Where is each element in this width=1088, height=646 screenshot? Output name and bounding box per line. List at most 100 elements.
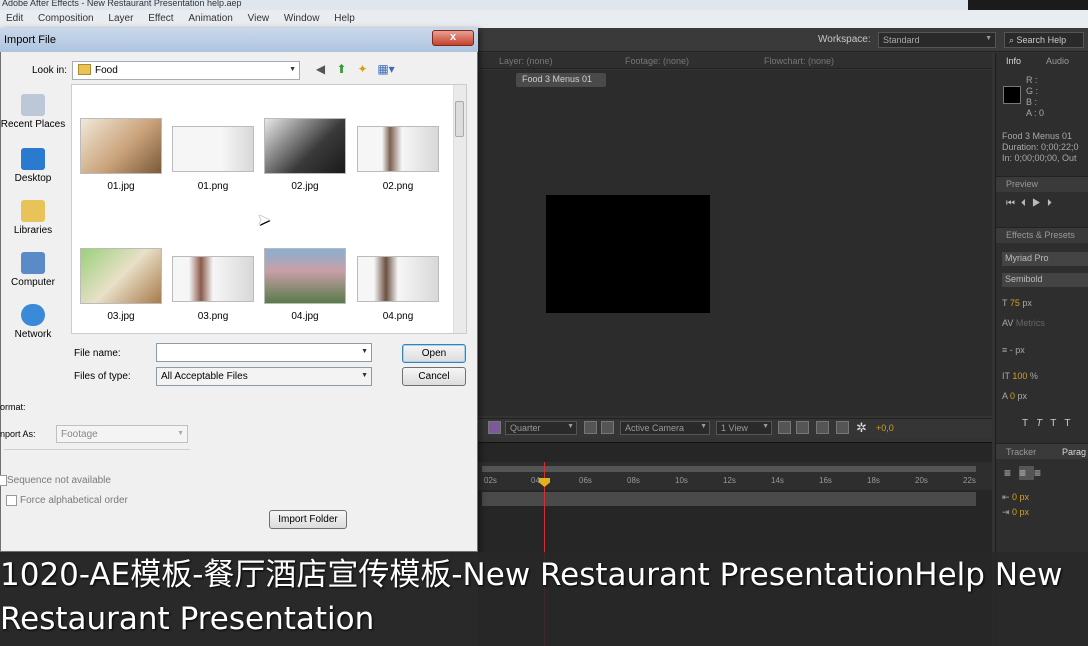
cancel-button[interactable]: Cancel (402, 367, 466, 386)
flowchart-icon[interactable] (836, 421, 849, 434)
layer-duration-bar[interactable] (482, 492, 976, 506)
menu-composition[interactable]: Composition (32, 10, 100, 24)
file-name[interactable]: 03.png (172, 311, 254, 322)
place-network[interactable]: Network (0, 304, 66, 340)
menu-help[interactable]: Help (328, 10, 361, 24)
next-frame-icon[interactable]: ⏵ (1047, 198, 1058, 209)
file-thumbnail[interactable] (357, 126, 439, 172)
indent-left-value[interactable]: 0 px (1012, 492, 1029, 502)
work-area-bar[interactable] (482, 466, 976, 472)
font-style-field[interactable]: Semibold (1002, 273, 1088, 287)
transparency-grid-icon[interactable] (601, 421, 614, 434)
kerning-value[interactable]: Metrics (1016, 318, 1045, 328)
tick-label: 06s (579, 476, 592, 485)
indent-first-row[interactable]: ⇥ 0 px (1002, 507, 1029, 518)
tab-info[interactable]: Info (1006, 56, 1021, 66)
resolution-select[interactable]: Quarter (505, 421, 577, 435)
3d-view-icon[interactable] (816, 421, 829, 434)
italic-icon[interactable]: T (1036, 418, 1050, 429)
indent-first-value[interactable]: 0 px (1012, 507, 1029, 517)
place-computer[interactable]: Computer (0, 252, 66, 288)
file-name[interactable]: 02.png (357, 181, 439, 192)
font-size-row[interactable]: T 75 px (1002, 298, 1032, 309)
tab-footage[interactable]: Footage: (none) (625, 56, 689, 66)
align-left-icon[interactable]: ≡ (1004, 466, 1019, 480)
workspace-select[interactable]: Standard (878, 32, 996, 48)
view-menu-icon[interactable]: ▦▾ (375, 62, 397, 77)
color-wheel-icon[interactable] (488, 421, 501, 434)
file-thumbnail[interactable] (172, 126, 254, 172)
sequence-checkbox[interactable] (0, 475, 7, 486)
camera-select[interactable]: Active Camera (620, 421, 710, 435)
exposure-value[interactable]: +0,0 (876, 423, 894, 433)
tab-layer[interactable]: Layer: (none) (499, 56, 553, 66)
first-frame-icon[interactable]: ⏮ (1006, 198, 1021, 209)
scroll-thumb[interactable] (455, 101, 464, 137)
menu-window[interactable]: Window (278, 10, 326, 24)
leading-value[interactable]: - (1010, 345, 1013, 355)
kerning-row[interactable]: AV Metrics (1002, 318, 1045, 329)
file-name-input[interactable] (156, 343, 372, 362)
vertical-scale-row[interactable]: IT 100 % (1002, 371, 1038, 382)
tab-preview[interactable]: Preview (1006, 179, 1038, 189)
leading-unit: px (1015, 345, 1025, 355)
leading-row[interactable]: ≡ - px (1002, 345, 1025, 356)
file-name[interactable]: 04.png (357, 311, 439, 322)
align-right-icon[interactable]: ≡ (1034, 466, 1049, 480)
menu-edit[interactable]: Edit (0, 10, 29, 24)
align-center-icon[interactable]: ≡ (1019, 466, 1035, 480)
grid-icon[interactable] (778, 421, 791, 434)
file-thumbnail[interactable] (172, 256, 254, 302)
font-family-field[interactable]: Myriad Pro (1002, 252, 1088, 266)
menu-animation[interactable]: Animation (182, 10, 238, 24)
place-recent[interactable]: Recent Places (0, 94, 66, 130)
file-thumbnail[interactable] (80, 248, 162, 304)
all-caps-icon[interactable]: TT (1050, 418, 1078, 429)
tab-flowchart[interactable]: Flowchart: (none) (764, 56, 834, 66)
import-as-select[interactable]: Footage (56, 425, 188, 443)
tab-effects-presets[interactable]: Effects & Presets (1006, 230, 1075, 240)
files-of-type-select[interactable]: All Acceptable Files (156, 367, 372, 386)
search-help-input[interactable]: ⌕ Search Help (1004, 32, 1084, 48)
back-icon[interactable]: ◀ (313, 62, 328, 77)
dialog-close-button[interactable]: x (432, 30, 474, 46)
tab-tracker[interactable]: Tracker (1006, 447, 1036, 457)
composition-tab[interactable]: Food 3 Menus 01 (516, 73, 606, 87)
file-name[interactable]: 01.jpg (80, 181, 162, 192)
file-name[interactable]: 04.jpg (264, 311, 346, 322)
place-desktop[interactable]: Desktop (0, 148, 66, 184)
vertical-scale-value[interactable]: 100 (1012, 371, 1027, 381)
font-size-value[interactable]: 75 (1010, 298, 1020, 308)
prev-frame-icon[interactable]: ⏴ (1021, 198, 1032, 209)
up-folder-icon[interactable]: ⬆ (334, 62, 349, 77)
force-alphabetical-checkbox[interactable] (6, 495, 17, 506)
import-folder-button[interactable]: Import Folder (269, 510, 347, 529)
dialog-title-bar[interactable]: Import File (0, 28, 478, 52)
open-button[interactable]: Open (402, 344, 466, 363)
tab-audio[interactable]: Audio (1046, 56, 1069, 66)
menu-layer[interactable]: Layer (102, 10, 139, 24)
look-in-select[interactable]: Food (72, 61, 300, 80)
tab-paragraph[interactable]: Parag (1062, 447, 1086, 457)
file-name[interactable]: 02.jpg (264, 181, 346, 192)
play-icon[interactable]: ▶ (1032, 198, 1047, 209)
file-thumbnail[interactable] (264, 248, 346, 304)
exposure-icon[interactable]: ✲ (856, 420, 867, 436)
menu-effect[interactable]: Effect (142, 10, 179, 24)
file-name[interactable]: 01.png (172, 181, 254, 192)
file-name[interactable]: 03.jpg (80, 311, 162, 322)
baseline-row[interactable]: A 0 px (1002, 391, 1027, 402)
indent-left-row[interactable]: ⇤ 0 px (1002, 492, 1029, 503)
place-libraries[interactable]: Libraries (0, 200, 66, 236)
bold-icon[interactable]: T (1022, 418, 1036, 429)
baseline-value[interactable]: 0 (1010, 391, 1015, 401)
snapshot-icon[interactable] (584, 421, 597, 434)
views-select[interactable]: 1 View (716, 421, 772, 435)
menu-view[interactable]: View (242, 10, 276, 24)
file-thumbnail[interactable] (357, 256, 439, 302)
subtitle-line-1: 1020-AE模板-餐厅酒店宣传模板-New Restaurant Presen… (0, 557, 1063, 593)
file-thumbnail[interactable] (264, 118, 346, 174)
file-thumbnail[interactable] (80, 118, 162, 174)
region-icon[interactable] (796, 421, 809, 434)
new-folder-icon[interactable]: ✦ (355, 62, 370, 77)
